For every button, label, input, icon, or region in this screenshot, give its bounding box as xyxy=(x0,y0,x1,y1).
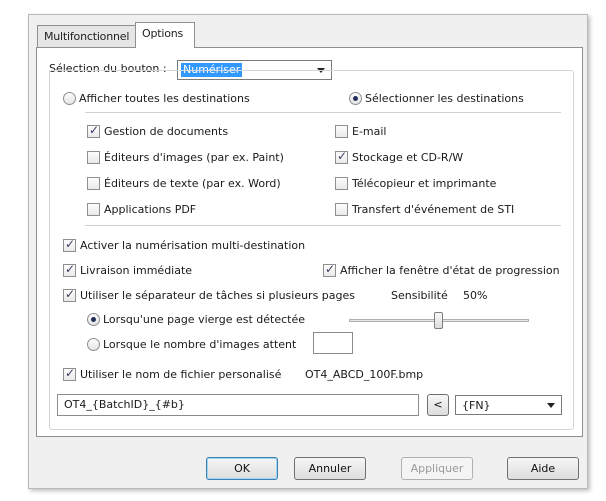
checkbox-applications-pdf[interactable] xyxy=(87,203,100,216)
checkbox-gestion-documents[interactable]: ✓ xyxy=(87,123,100,138)
insert-token-button[interactable]: < xyxy=(427,394,449,416)
help-button[interactable]: Aide xyxy=(507,457,579,480)
filename-pattern-input[interactable]: OT4_{BatchID}_{#b} xyxy=(57,394,419,416)
sensitivity-label: Sensibilité xyxy=(391,289,448,302)
options-panel: Sélection du bouton : Numériser Afficher… xyxy=(36,47,583,437)
sensitivity-value: 50% xyxy=(463,289,488,302)
destination-label: Éditeurs d'images (par ex. Paint) xyxy=(104,151,284,164)
checkmark-icon: ✓ xyxy=(65,366,76,380)
checkmark-icon: ✓ xyxy=(337,149,348,163)
filename-preview: OT4_ABCD_100F.bmp xyxy=(305,368,424,381)
token-value: {FN} xyxy=(462,399,491,412)
chevron-down-icon xyxy=(547,403,555,408)
checkbox-email[interactable] xyxy=(335,125,348,138)
custom-filename-label: Utiliser le nom de fichier personalisé xyxy=(80,368,282,381)
checkbox-telecopieur[interactable] xyxy=(335,177,348,190)
destination-label: Stockage et CD-R/W xyxy=(352,151,464,164)
options-dialog: Multifonctionnel Options Sélection du bo… xyxy=(28,14,588,489)
radio-dot xyxy=(91,317,96,322)
checkmark-icon: ✓ xyxy=(65,262,76,276)
progress-window-label: Afficher la fenêtre d'état de progressio… xyxy=(340,264,560,277)
checkbox-multi-destination[interactable]: ✓ xyxy=(63,237,76,252)
checkmark-icon: ✓ xyxy=(89,123,100,137)
checkbox-progress-window[interactable]: ✓ xyxy=(323,262,336,277)
checkbox-editeurs-texte[interactable] xyxy=(87,177,100,190)
destination-label: Applications PDF xyxy=(104,203,197,216)
destination-label: Télécopieur et imprimante xyxy=(352,177,497,190)
destination-label: Gestion de documents xyxy=(104,125,229,138)
image-count-input[interactable] xyxy=(313,332,353,354)
job-separator-label: Utiliser le séparateur de tâches si plus… xyxy=(80,289,356,302)
token-dropdown[interactable]: {FN} xyxy=(455,395,562,415)
livraison-immediate-label: Livraison immédiate xyxy=(80,264,193,277)
cancel-button[interactable]: Annuler xyxy=(294,457,366,480)
ok-button[interactable]: OK xyxy=(206,457,278,480)
destination-label: Transfert d'événement de STI xyxy=(352,203,515,216)
checkmark-icon: ✓ xyxy=(325,262,336,276)
checkbox-custom-filename[interactable]: ✓ xyxy=(63,366,76,381)
tab-multifonctionnel[interactable]: Multifonctionnel xyxy=(37,25,137,47)
divider xyxy=(85,225,561,226)
sensitivity-slider-thumb[interactable] xyxy=(434,312,443,329)
checkbox-livraison-immediate[interactable]: ✓ xyxy=(63,262,76,277)
image-count-radio[interactable] xyxy=(87,338,100,351)
divider xyxy=(85,112,561,113)
radio-dot xyxy=(353,96,358,101)
apply-button: Appliquer xyxy=(401,457,473,480)
checkbox-stockage-cd[interactable]: ✓ xyxy=(335,149,348,164)
destination-label: Éditeurs de texte (par ex. Word) xyxy=(104,177,281,190)
blank-page-label: Lorsqu'une page vierge est détectée xyxy=(103,313,306,326)
show-all-radio[interactable] xyxy=(63,92,76,105)
checkmark-icon: ✓ xyxy=(65,287,76,301)
select-destinations-radio[interactable] xyxy=(349,92,362,105)
image-count-label: Lorsque le nombre d'images attent xyxy=(103,338,297,351)
checkbox-transfert-sti[interactable] xyxy=(335,203,348,216)
show-all-label: Afficher toutes les destinations xyxy=(79,92,250,105)
tab-options[interactable]: Options xyxy=(135,22,195,48)
checkbox-job-separator[interactable]: ✓ xyxy=(63,287,76,302)
checkbox-editeurs-images[interactable] xyxy=(87,151,100,164)
destination-label: E-mail xyxy=(352,125,387,138)
select-destinations-label: Sélectionner les destinations xyxy=(365,92,524,105)
blank-page-radio[interactable] xyxy=(87,313,100,326)
multi-destination-label: Activer la numérisation multi-destinatio… xyxy=(80,239,306,252)
checkmark-icon: ✓ xyxy=(65,237,76,251)
